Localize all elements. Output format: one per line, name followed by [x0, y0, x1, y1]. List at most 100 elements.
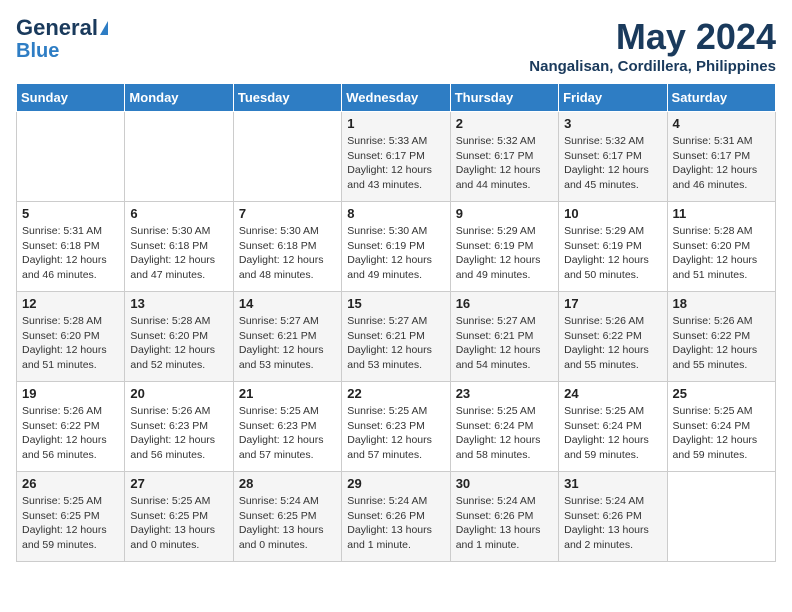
calendar-cell: 31 Sunrise: 5:24 AM Sunset: 6:26 PM Dayli… — [559, 472, 667, 562]
calendar-cell: 1 Sunrise: 5:33 AM Sunset: 6:17 PM Daylig… — [342, 112, 450, 202]
day-info: Sunrise: 5:24 AM Sunset: 6:26 PM Dayligh… — [456, 494, 553, 553]
day-number: 13 — [130, 296, 227, 311]
calendar-cell: 9 Sunrise: 5:29 AM Sunset: 6:19 PM Daylig… — [450, 202, 558, 292]
day-info: Sunrise: 5:32 AM Sunset: 6:17 PM Dayligh… — [456, 134, 553, 193]
calendar-cell: 21 Sunrise: 5:25 AM Sunset: 6:23 PM Dayli… — [233, 382, 341, 472]
day-info: Sunrise: 5:26 AM Sunset: 6:22 PM Dayligh… — [22, 404, 119, 463]
day-info: Sunrise: 5:28 AM Sunset: 6:20 PM Dayligh… — [130, 314, 227, 373]
day-info: Sunrise: 5:24 AM Sunset: 6:26 PM Dayligh… — [564, 494, 661, 553]
day-info: Sunrise: 5:25 AM Sunset: 6:25 PM Dayligh… — [130, 494, 227, 553]
calendar-cell: 27 Sunrise: 5:25 AM Sunset: 6:25 PM Dayli… — [125, 472, 233, 562]
calendar-week-0: 1 Sunrise: 5:33 AM Sunset: 6:17 PM Daylig… — [17, 112, 776, 202]
calendar-cell: 29Sunrise: 5:24 AM Sunset: 6:26 PM Dayli… — [342, 472, 450, 562]
logo: General Blue — [16, 16, 108, 62]
day-info: Sunrise: 5:25 AM Sunset: 6:24 PM Dayligh… — [673, 404, 770, 463]
calendar-cell: 12 Sunrise: 5:28 AM Sunset: 6:20 PM Dayli… — [17, 292, 125, 382]
calendar-cell: 6Sunrise: 5:30 AM Sunset: 6:18 PM Daylig… — [125, 202, 233, 292]
calendar-header-row: SundayMondayTuesdayWednesdayThursdayFrid… — [17, 84, 776, 112]
calendar-cell: 11Sunrise: 5:28 AM Sunset: 6:20 PM Dayli… — [667, 202, 775, 292]
calendar-week-2: 12 Sunrise: 5:28 AM Sunset: 6:20 PM Dayli… — [17, 292, 776, 382]
calendar-cell: 24Sunrise: 5:25 AM Sunset: 6:24 PM Dayli… — [559, 382, 667, 472]
title-block: May 2024 Nangalisan, Cordillera, Philipp… — [529, 16, 776, 75]
day-info: Sunrise: 5:31 AM Sunset: 6:18 PM Dayligh… — [22, 224, 119, 283]
calendar-weekday-wednesday: Wednesday — [342, 84, 450, 112]
calendar-cell: 14 Sunrise: 5:27 AM Sunset: 6:21 PM Dayli… — [233, 292, 341, 382]
calendar-cell: 20 Sunrise: 5:26 AM Sunset: 6:23 PM Dayli… — [125, 382, 233, 472]
day-number: 31 — [564, 476, 661, 491]
logo-triangle-icon — [100, 21, 108, 35]
page-header: General Blue May 2024 Nangalisan, Cordil… — [16, 16, 776, 75]
calendar-cell: 3Sunrise: 5:32 AM Sunset: 6:17 PM Daylig… — [559, 112, 667, 202]
calendar-cell: 25Sunrise: 5:25 AM Sunset: 6:24 PM Dayli… — [667, 382, 775, 472]
calendar-cell: 22 Sunrise: 5:25 AM Sunset: 6:23 PM Dayli… — [342, 382, 450, 472]
day-info: Sunrise: 5:25 AM Sunset: 6:25 PM Dayligh… — [22, 494, 119, 553]
day-info: Sunrise: 5:25 AM Sunset: 6:23 PM Dayligh… — [239, 404, 336, 463]
calendar-weekday-friday: Friday — [559, 84, 667, 112]
day-number: 28 — [239, 476, 336, 491]
day-number: 7 — [239, 206, 336, 221]
calendar-cell: 28Sunrise: 5:24 AM Sunset: 6:25 PM Dayli… — [233, 472, 341, 562]
day-number: 21 — [239, 386, 336, 401]
day-number: 24 — [564, 386, 661, 401]
day-number: 10 — [564, 206, 661, 221]
day-info: Sunrise: 5:27 AM Sunset: 6:21 PM Dayligh… — [239, 314, 336, 373]
calendar-week-1: 5 Sunrise: 5:31 AM Sunset: 6:18 PM Daylig… — [17, 202, 776, 292]
calendar-cell — [125, 112, 233, 202]
day-number: 8 — [347, 206, 444, 221]
calendar-body: 1 Sunrise: 5:33 AM Sunset: 6:17 PM Daylig… — [17, 112, 776, 562]
day-number: 2 — [456, 116, 553, 131]
day-number: 20 — [130, 386, 227, 401]
day-info: Sunrise: 5:28 AM Sunset: 6:20 PM Dayligh… — [22, 314, 119, 373]
day-number: 16 — [456, 296, 553, 311]
calendar-weekday-saturday: Saturday — [667, 84, 775, 112]
month-title: May 2024 — [529, 16, 776, 58]
calendar-table: SundayMondayTuesdayWednesdayThursdayFrid… — [16, 83, 776, 562]
calendar-cell: 7 Sunrise: 5:30 AM Sunset: 6:18 PM Daylig… — [233, 202, 341, 292]
calendar-cell: 10Sunrise: 5:29 AM Sunset: 6:19 PM Dayli… — [559, 202, 667, 292]
calendar-cell — [17, 112, 125, 202]
day-number: 27 — [130, 476, 227, 491]
logo-text-blue: Blue — [16, 40, 59, 62]
day-number: 30 — [456, 476, 553, 491]
day-number: 11 — [673, 206, 770, 221]
day-number: 1 — [347, 116, 444, 131]
day-info: Sunrise: 5:27 AM Sunset: 6:21 PM Dayligh… — [456, 314, 553, 373]
calendar-cell: 19 Sunrise: 5:26 AM Sunset: 6:22 PM Dayli… — [17, 382, 125, 472]
day-number: 29 — [347, 476, 444, 491]
day-number: 14 — [239, 296, 336, 311]
calendar-cell: 30 Sunrise: 5:24 AM Sunset: 6:26 PM Dayli… — [450, 472, 558, 562]
calendar-weekday-sunday: Sunday — [17, 84, 125, 112]
calendar-weekday-tuesday: Tuesday — [233, 84, 341, 112]
day-info: Sunrise: 5:25 AM Sunset: 6:23 PM Dayligh… — [347, 404, 444, 463]
day-info: Sunrise: 5:33 AM Sunset: 6:17 PM Dayligh… — [347, 134, 444, 193]
calendar-cell: 13 Sunrise: 5:28 AM Sunset: 6:20 PM Dayli… — [125, 292, 233, 382]
calendar-cell: 17Sunrise: 5:26 AM Sunset: 6:22 PM Dayli… — [559, 292, 667, 382]
logo-text-general: General — [16, 16, 98, 40]
day-number: 9 — [456, 206, 553, 221]
day-number: 23 — [456, 386, 553, 401]
day-number: 19 — [22, 386, 119, 401]
day-info: Sunrise: 5:27 AM Sunset: 6:21 PM Dayligh… — [347, 314, 444, 373]
day-info: Sunrise: 5:30 AM Sunset: 6:18 PM Dayligh… — [239, 224, 336, 283]
day-number: 22 — [347, 386, 444, 401]
day-number: 26 — [22, 476, 119, 491]
calendar-cell: 16 Sunrise: 5:27 AM Sunset: 6:21 PM Dayli… — [450, 292, 558, 382]
calendar-cell: 8Sunrise: 5:30 AM Sunset: 6:19 PM Daylig… — [342, 202, 450, 292]
calendar-weekday-monday: Monday — [125, 84, 233, 112]
calendar-cell: 5 Sunrise: 5:31 AM Sunset: 6:18 PM Daylig… — [17, 202, 125, 292]
day-number: 4 — [673, 116, 770, 131]
calendar-week-3: 19 Sunrise: 5:26 AM Sunset: 6:22 PM Dayli… — [17, 382, 776, 472]
calendar-cell: 18Sunrise: 5:26 AM Sunset: 6:22 PM Dayli… — [667, 292, 775, 382]
day-number: 12 — [22, 296, 119, 311]
day-number: 5 — [22, 206, 119, 221]
day-number: 17 — [564, 296, 661, 311]
day-info: Sunrise: 5:31 AM Sunset: 6:17 PM Dayligh… — [673, 134, 770, 193]
day-number: 3 — [564, 116, 661, 131]
day-info: Sunrise: 5:29 AM Sunset: 6:19 PM Dayligh… — [456, 224, 553, 283]
calendar-cell — [233, 112, 341, 202]
calendar-cell: 23Sunrise: 5:25 AM Sunset: 6:24 PM Dayli… — [450, 382, 558, 472]
calendar-weekday-thursday: Thursday — [450, 84, 558, 112]
day-info: Sunrise: 5:26 AM Sunset: 6:23 PM Dayligh… — [130, 404, 227, 463]
calendar-cell: 4 Sunrise: 5:31 AM Sunset: 6:17 PM Daylig… — [667, 112, 775, 202]
day-info: Sunrise: 5:30 AM Sunset: 6:18 PM Dayligh… — [130, 224, 227, 283]
